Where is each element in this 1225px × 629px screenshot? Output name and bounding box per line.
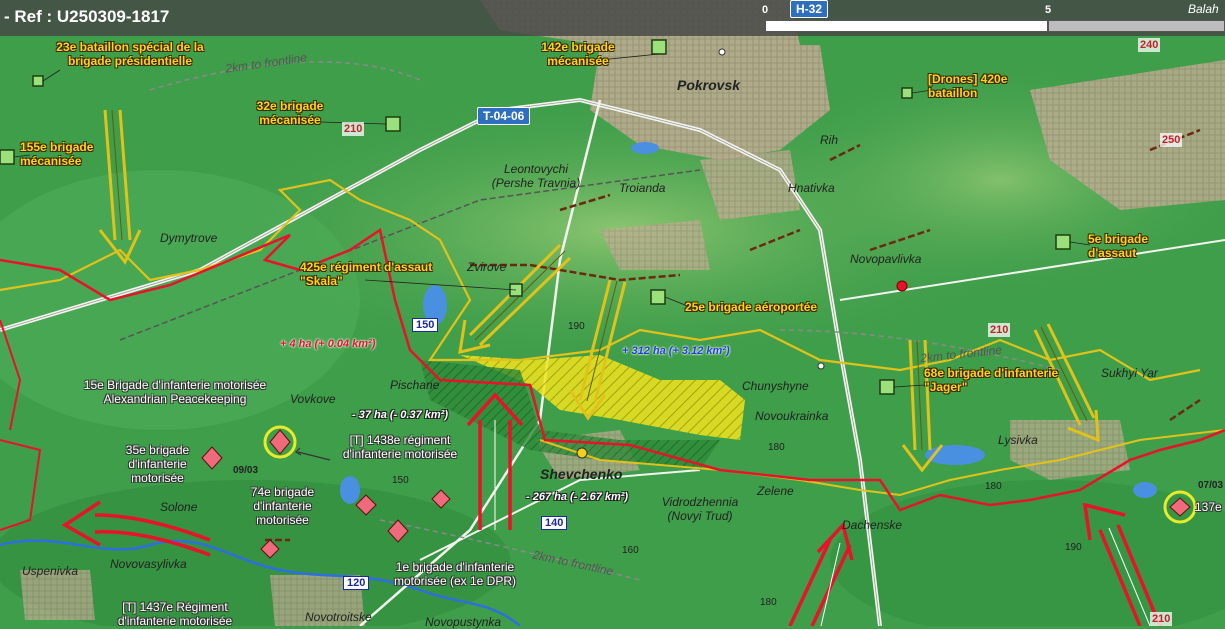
town-novoukrainka: Novoukrainka (755, 409, 829, 423)
scale-label-mid: 5 (1045, 4, 1052, 16)
town-dachenske: Dachenske (842, 518, 903, 532)
road-number-210-c: 210 (1150, 612, 1173, 626)
date-0903: 09/03 (233, 465, 259, 476)
town-dymytrove: Dymytrove (160, 231, 218, 245)
scale-segment-grey (1048, 20, 1225, 32)
road-badge-140: 140 (541, 516, 568, 530)
town-novotroitske: Novotroitske (305, 610, 372, 624)
town-rih: Rih (820, 133, 839, 147)
unit-marker-32 (385, 116, 401, 132)
elevation-150: 150 (392, 475, 409, 486)
road-badge-t0406: T-04-06 (477, 107, 531, 125)
unit-label-25: 25e brigade aéroportée (685, 300, 818, 314)
town-pischane: Pischane (390, 378, 440, 392)
area-change-minus37: - 37 ha (- 0.37 km²) (352, 409, 448, 421)
unit-label-68: 68e brigade d'infanterie "Jager" (924, 366, 1059, 394)
unit-marker-68 (879, 379, 895, 395)
novopavlivka-point (896, 280, 908, 292)
unit-label-137: 137e (1195, 500, 1222, 514)
unit-label-5: 5e brigade d'assaut (1088, 232, 1149, 260)
town-hnativka: Hnativka (788, 181, 835, 195)
unit-label-1438: [T] 1438e régiment d'infanterie motorisé… (342, 433, 458, 461)
unit-label-420: [Drones] 420e bataillon (928, 72, 1008, 100)
unit-label-23: 23e bataillon spécial de la brigade prés… (56, 40, 204, 68)
elevation-180-c: 180 (760, 597, 777, 608)
town-novopavlivka: Novopavlivka (850, 252, 922, 266)
unit-marker-155 (0, 149, 15, 165)
unit-label-1: 1e brigade d'infanterie motorisée (ex 1e… (393, 560, 517, 588)
unit-marker-5 (1055, 234, 1071, 250)
road-number-240: 240 (1138, 38, 1161, 52)
town-solone: Solone (160, 500, 198, 514)
area-change-plus4: + 4 ha (+ 0.04 km²) (280, 338, 376, 350)
unit-label-155: 155e brigade mécanisée (20, 140, 94, 168)
elevation-160: 160 (622, 545, 639, 556)
reference-id: - Ref : U250309-1817 (4, 7, 170, 26)
road-number-210-a: 210 (342, 122, 365, 136)
road-number-250: 250 (1160, 133, 1183, 147)
unit-label-35: 35e brigade d'infanterie motorisée (125, 443, 190, 485)
town-sukhyi-yar: Sukhyi Yar (1101, 366, 1158, 380)
town-leontovychi: Leontovychi (Pershe Travnia) (491, 162, 581, 190)
unit-label-15: 15e Brigade d'infanterie motorisée Alexa… (83, 378, 267, 406)
road-badge-h32: H-32 (790, 0, 829, 18)
unit-label-1437: [T] 1437e Régiment d'infanterie motorisé… (117, 600, 233, 628)
elevation-180-a: 180 (768, 442, 785, 453)
town-chunyshyne: Chunyshyne (742, 379, 809, 393)
town-novovasylivka: Novovasylivka (110, 557, 187, 571)
elevation-180-b: 180 (985, 481, 1002, 492)
town-vovkove: Vovkove (290, 392, 336, 406)
unit-label-74: 74e brigade d'infanterie motorisée (250, 485, 315, 527)
town-balah: Balah (1188, 2, 1219, 16)
town-pokrovsk: Pokrovsk (677, 77, 741, 93)
road-badge-150: 150 (412, 318, 439, 332)
town-shevchenko: Shevchenko (540, 466, 623, 482)
town-novopustynka: Novopustynka (425, 615, 502, 629)
unit-label-32: 32e brigade mécanisée (256, 99, 324, 127)
road-badge-120: 120 (343, 576, 370, 590)
scale-label-start: 0 (762, 4, 769, 16)
unit-label-142: 142e brigade mécanisée (541, 40, 615, 68)
town-uspenivka: Uspenivka (22, 564, 79, 578)
unit-marker-142 (651, 39, 667, 55)
unit-label-425: 425e régiment d'assaut "Skala" (300, 260, 433, 288)
map-canvas[interactable] (0, 0, 1225, 626)
scale-segment-white (765, 20, 1048, 32)
unit-marker-25 (650, 289, 666, 305)
town-vidrodzhennia: Vidrodzhennia (Novyi Trud) (661, 495, 739, 523)
unit-marker-23 (32, 75, 44, 87)
road-number-210-b: 210 (988, 323, 1011, 337)
town-zvirove: Zvirove (467, 260, 507, 274)
town-lysivka: Lysivka (998, 433, 1038, 447)
scale-bar (765, 20, 1225, 32)
town-troianda: Troianda (619, 181, 666, 195)
area-change-minus267: - 267 ha (- 2.67 km²) (526, 491, 629, 503)
unit-marker-420 (901, 87, 913, 99)
date-0703: 07/03 (1198, 480, 1224, 491)
elevation-190-b: 190 (1065, 542, 1082, 553)
area-change-plus312: + 312 ha (+ 3.12 km²) (622, 345, 730, 357)
town-zelene: Zelene (757, 484, 794, 498)
shevchenko-point (576, 447, 588, 459)
elevation-190-a: 190 (568, 321, 585, 332)
